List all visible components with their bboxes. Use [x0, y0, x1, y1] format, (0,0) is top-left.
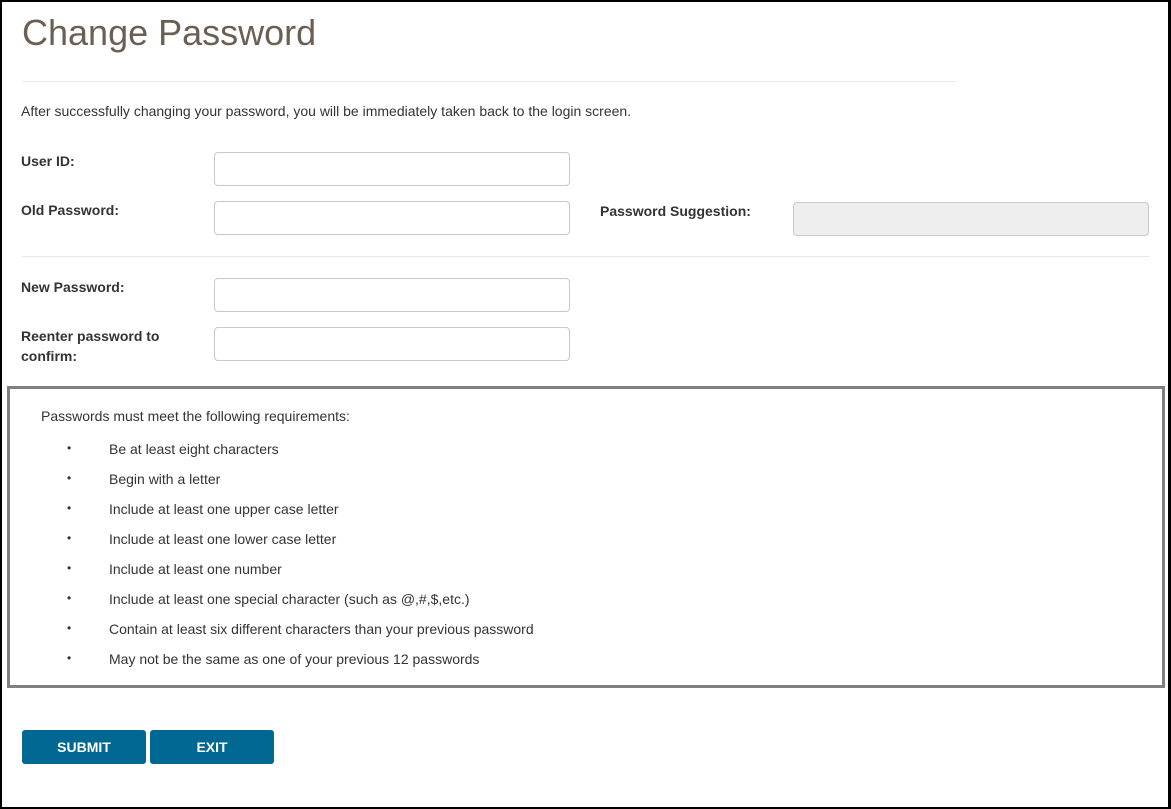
intro-text: After successfully changing your passwor…	[21, 103, 632, 119]
section-divider	[22, 256, 1150, 257]
confirm-password-label-line2: confirm:	[21, 348, 77, 364]
password-requirements-box: Passwords must meet the following requir…	[7, 386, 1165, 688]
change-password-page: Change Password After successfully chang…	[2, 2, 1168, 807]
confirm-password-label: Reenter password to confirm:	[21, 326, 159, 366]
new-password-input[interactable]	[214, 278, 570, 312]
password-suggestion-label: Password Suggestion:	[600, 203, 751, 219]
new-password-label: New Password:	[21, 279, 125, 295]
page-title: Change Password	[22, 12, 317, 53]
confirm-password-input[interactable]	[214, 327, 570, 361]
bullet-icon: •	[67, 531, 72, 545]
bullet-icon: •	[67, 651, 72, 665]
bullet-icon: •	[67, 501, 72, 515]
bullet-icon: •	[67, 441, 72, 455]
old-password-input[interactable]	[214, 201, 570, 235]
submit-button[interactable]: SUBMIT	[22, 730, 146, 764]
bullet-icon: •	[67, 561, 72, 575]
confirm-password-label-line1: Reenter password to	[21, 328, 160, 344]
old-password-label: Old Password:	[21, 202, 120, 218]
bullet-icon: •	[67, 591, 72, 605]
password-suggestion-field	[793, 202, 1149, 236]
exit-button[interactable]: EXIT	[150, 730, 274, 764]
user-id-label: User ID:	[21, 153, 75, 169]
requirements-heading: Passwords must meet the following requir…	[41, 408, 350, 424]
bullet-icon: •	[67, 621, 72, 635]
title-divider	[22, 81, 956, 82]
bullet-icon: •	[67, 471, 72, 485]
user-id-input[interactable]	[214, 152, 570, 186]
